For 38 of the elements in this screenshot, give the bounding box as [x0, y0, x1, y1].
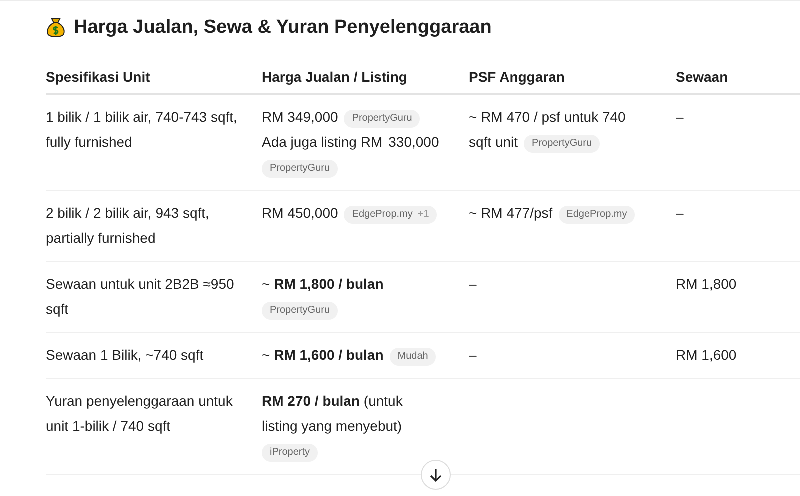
section-title: Harga Jualan, Sewa & Yuran Penyelenggaraan — [74, 16, 492, 40]
cell-text: ~ RM 1,600 / bulan — [262, 346, 384, 365]
cell-text: listing yang menyebut) — [262, 417, 402, 436]
cell-text: ~ RM 1,800 / bulan — [262, 275, 384, 294]
column-header: PSF Anggaran — [469, 69, 676, 95]
cell-text: RM 270 / bulan (untuk — [262, 392, 403, 411]
cell-text: Sewaan 1 Bilik, ~740 sqft — [46, 347, 204, 363]
cell-text: – — [469, 347, 477, 363]
cell-text: – — [676, 205, 684, 221]
cell-text: RM 1,600 — [676, 347, 737, 363]
cell-text: – — [469, 276, 477, 292]
column-header: Spesifikasi Unit — [46, 69, 262, 95]
cell-text: Yuran penyelenggaraan untuk unit 1-bilik / 740 sqft — [46, 393, 233, 434]
source-chip[interactable]: EdgeProp.my +1 — [344, 206, 438, 224]
cell-text: – — [676, 109, 684, 125]
cell-text: ~ RM 477/psf — [469, 204, 553, 223]
cell-text: RM 450,000 — [262, 204, 338, 223]
cell-text: Ada juga listing RM — [262, 133, 383, 152]
cell-text: 2 bilik / 2 bilik air, 943 sqft, partially furnished — [46, 205, 210, 246]
cell-text: RM 349,000 — [262, 108, 338, 127]
source-chip[interactable]: EdgeProp.my — [558, 206, 636, 224]
cell-text: ~ RM 470 / psf untuk 740 — [469, 108, 626, 127]
cell-text: 1 bilik / 1 bilik air, 740-743 sqft, fully furnished — [46, 109, 238, 150]
source-chip[interactable]: PropertyGuru — [524, 135, 600, 153]
cell-text: Sewaan untuk unit 2B2B ≈950 sqft — [46, 276, 234, 317]
cell-text: RM 1,800 — [676, 276, 737, 292]
source-chip[interactable]: PropertyGuru — [262, 160, 338, 178]
source-chip[interactable]: PropertyGuru — [344, 110, 420, 128]
arrow-down-icon — [428, 467, 444, 483]
cell-text: sqft unit — [469, 133, 518, 152]
money-bag-icon — [46, 17, 66, 39]
column-header: Harga Jualan / Listing — [262, 69, 469, 95]
scroll-down-button[interactable] — [421, 460, 451, 490]
source-chip[interactable]: iProperty — [262, 444, 318, 462]
column-header: Sewaan — [676, 69, 800, 95]
cell-text: 330,000 — [388, 133, 440, 152]
source-chip[interactable]: PropertyGuru — [262, 302, 338, 320]
source-chip[interactable]: Mudah — [390, 348, 436, 366]
